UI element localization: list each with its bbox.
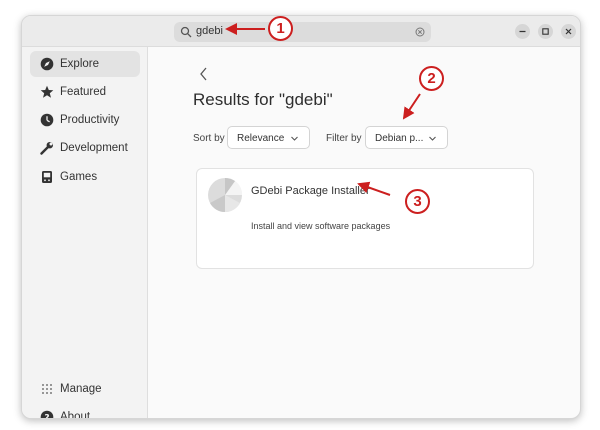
annotation-marker-3: 3 [405,189,430,214]
package-installer-icon [208,177,243,212]
search-icon [180,26,192,38]
sidebar-item-label: Explore [60,58,99,70]
filter-label: Filter by [326,133,362,144]
sort-label: Sort by [193,133,225,144]
filter-dropdown[interactable]: Debian p... [365,126,448,149]
sidebar-item-featured[interactable]: Featured [30,79,140,105]
main-content: Results for "gdebi" Sort by Relevance Fi… [149,47,580,418]
result-name: GDebi Package Installer [251,185,370,197]
sidebar-item-productivity[interactable]: Productivity [30,107,140,133]
result-description: Install and view software packages [251,221,391,231]
app-window: gdebi Explore Featured Productivity Deve… [21,15,581,419]
sidebar-item-label: Manage [60,383,102,395]
title-bar: gdebi [22,16,580,47]
page-title: Results for "gdebi" [193,90,333,109]
grid-dots-icon [42,384,52,394]
gamepad-icon [42,171,52,183]
compass-icon [40,57,54,71]
sidebar: Explore Featured Productivity Developmen… [22,47,148,419]
sidebar-item-label: About [60,411,91,419]
maximize-icon [542,28,549,35]
wrench-icon [40,142,53,155]
search-field[interactable]: gdebi [174,22,431,42]
close-button[interactable] [561,24,576,39]
svg-text:?: ? [44,414,49,419]
sidebar-item-explore[interactable]: Explore [30,51,140,77]
sort-dropdown[interactable]: Relevance [227,126,310,149]
search-input[interactable]: gdebi [196,25,223,37]
chevron-down-icon [291,136,298,141]
annotation-marker-1: 1 [268,16,293,41]
maximize-button[interactable] [538,24,553,39]
close-icon [565,28,572,35]
sidebar-item-manage[interactable]: Manage [30,376,140,402]
sidebar-item-label: Games [60,171,98,183]
filter-value: Debian p... [375,133,424,144]
clear-search-icon[interactable] [415,27,425,37]
help-icon: ? [40,410,54,419]
sidebar-item-games[interactable]: Games [30,164,140,190]
annotation-marker-2: 2 [419,66,444,91]
sidebar-item-label: Development [60,142,128,154]
chevron-down-icon [429,136,436,141]
clock-icon [40,113,54,127]
sort-value: Relevance [237,133,285,144]
result-card[interactable]: GDebi Package Installer Install and view… [196,168,534,269]
sidebar-item-label: Featured [60,86,107,98]
sidebar-item-about[interactable]: ? About [30,404,140,419]
sidebar-item-development[interactable]: Development [30,135,140,161]
star-icon [40,85,54,98]
sidebar-item-label: Productivity [60,114,120,126]
minimize-button[interactable] [515,24,530,39]
back-chevron-icon[interactable] [198,65,210,83]
minimize-icon [519,30,526,33]
